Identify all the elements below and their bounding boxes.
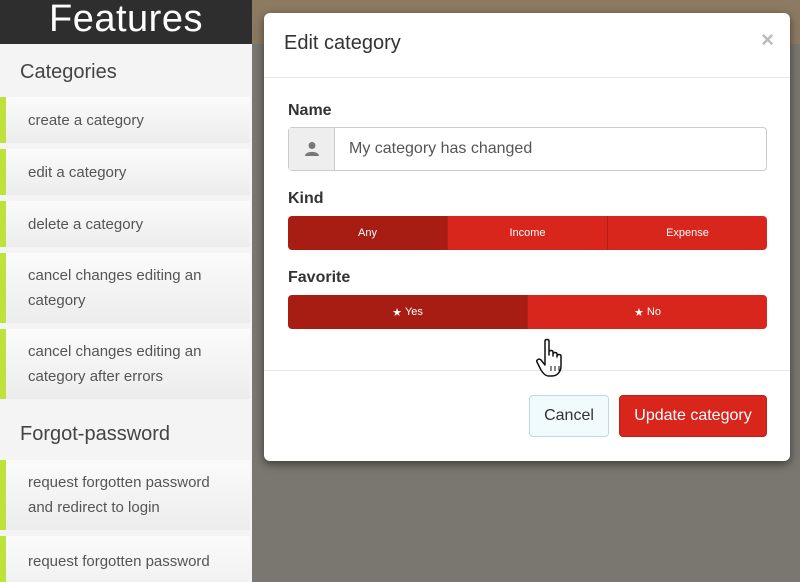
close-icon[interactable]: ×: [761, 27, 774, 53]
nav-item-label: edit a category: [28, 163, 127, 181]
kind-button-group: Any Income Expense: [288, 216, 767, 250]
kind-option-any[interactable]: Any: [288, 216, 448, 250]
section-title-categories: Categories: [20, 61, 117, 83]
nav-item-delete-category[interactable]: delete a category: [0, 201, 250, 247]
kind-option-income[interactable]: Income: [448, 216, 608, 250]
name-input-group: [288, 127, 767, 171]
favorite-label: Favorite: [288, 269, 351, 286]
user-icon: [289, 128, 335, 170]
update-category-button[interactable]: Update category: [619, 395, 767, 437]
sidebar: Features Categories create a category ed…: [0, 0, 252, 582]
nav-item-edit-category[interactable]: edit a category: [0, 149, 250, 195]
name-label: Name: [288, 102, 332, 119]
nav-item-label: cancel changes editing an category: [28, 267, 202, 309]
divider: [264, 370, 790, 371]
favorite-option-yes[interactable]: ★ Yes: [288, 295, 528, 329]
star-icon: ★: [392, 306, 402, 319]
kind-option-label: Any: [358, 227, 377, 239]
nav-item-label: create a category: [28, 111, 144, 129]
favorite-option-label: No: [646, 306, 661, 318]
modal-title: Edit category: [284, 32, 401, 54]
cancel-button[interactable]: Cancel: [529, 395, 609, 437]
favorite-option-no[interactable]: ★ No: [528, 295, 767, 329]
nav-item-cancel-editing[interactable]: cancel changes editing an category: [0, 253, 250, 323]
favorite-option-label: Yes: [404, 306, 423, 318]
sidebar-header: Features: [0, 0, 252, 44]
star-icon: ★: [634, 306, 644, 319]
kind-label: Kind: [288, 190, 324, 207]
nav-item-label: request forgotten password: [28, 553, 210, 570]
kind-option-expense[interactable]: Expense: [608, 216, 767, 250]
nav-item-create-category[interactable]: create a category: [0, 97, 250, 143]
nav-item-label: delete a category: [28, 215, 144, 233]
hand-pointer-icon: [536, 338, 562, 377]
section-title-forgot-password: Forgot-password: [20, 423, 171, 445]
nav-item-label: request forgotten password and redirect …: [28, 474, 210, 516]
name-input[interactable]: [335, 128, 766, 170]
divider: [264, 77, 790, 78]
nav-item-request-forgotten-redirect[interactable]: request forgotten password and redirect …: [0, 460, 250, 530]
nav-item-cancel-editing-errors[interactable]: cancel changes editing an category after…: [0, 329, 250, 399]
nav-item-request-forgotten[interactable]: request forgotten password: [0, 536, 250, 582]
sidebar-title: Features: [49, 0, 203, 40]
kind-option-label: Expense: [666, 227, 709, 239]
nav-item-label: cancel changes editing an category after…: [28, 343, 202, 385]
edit-category-modal: Edit category × Name Kind Any Income Exp…: [264, 13, 790, 461]
kind-option-label: Income: [509, 227, 546, 239]
favorite-button-group: ★ Yes ★ No: [288, 295, 767, 329]
